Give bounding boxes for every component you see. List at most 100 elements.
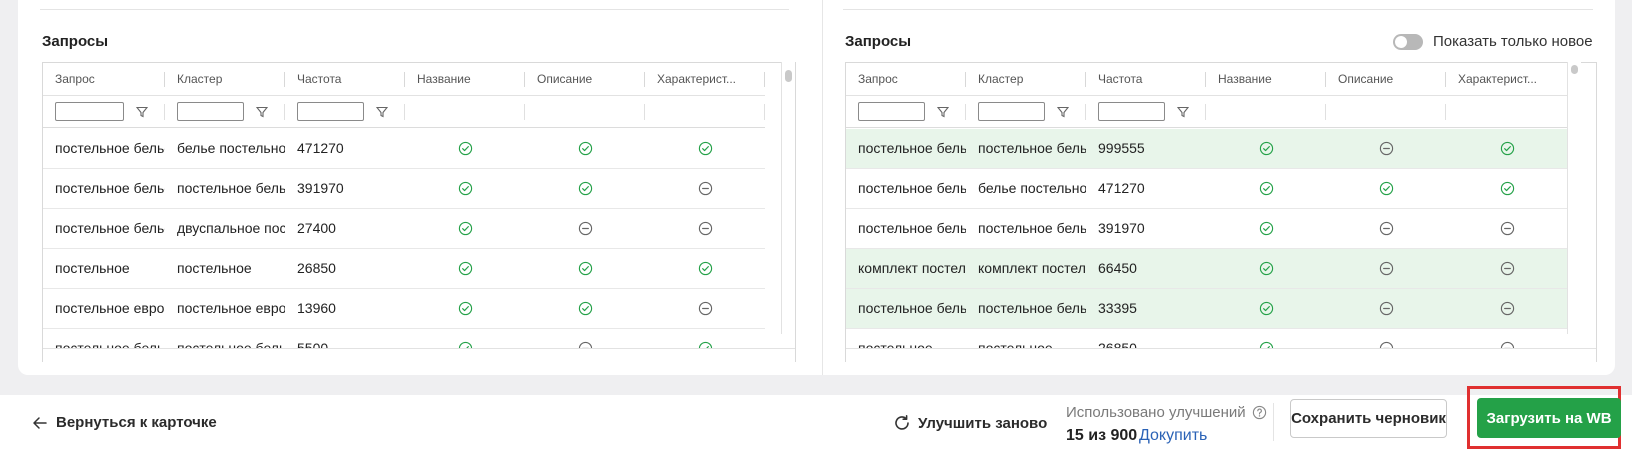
filter-row — [846, 96, 1568, 128]
column-header-description[interactable]: Описание — [525, 63, 645, 95]
column-header-frequency[interactable]: Частота — [1086, 63, 1206, 95]
title-status — [1206, 169, 1326, 208]
cluster-cell: постельное белье — [978, 300, 1086, 316]
filter-input-cluster[interactable] — [177, 102, 244, 121]
scrollbar-thumb[interactable] — [1571, 65, 1578, 74]
horizontal-scrollbar[interactable] — [846, 348, 1596, 362]
vertical-scrollbar[interactable] — [781, 62, 795, 334]
filter-funnel-icon[interactable] — [937, 106, 949, 118]
check-circle-icon — [698, 261, 712, 276]
filter-funnel-icon[interactable] — [376, 106, 388, 118]
cluster-cell: двуспальное пос — [177, 220, 285, 236]
query-cell: постельное — [55, 260, 130, 276]
check-circle-icon — [458, 181, 472, 196]
check-circle-icon — [1379, 181, 1393, 196]
check-circle-icon — [1259, 301, 1273, 316]
characteristics-status — [645, 289, 765, 328]
query-cell: постельное белье — [55, 220, 165, 236]
title-status — [1206, 249, 1326, 288]
footer-divider — [1273, 403, 1274, 441]
table-row[interactable]: постельное евро постельное евро 13960 — [43, 289, 765, 329]
vertical-scrollbar[interactable] — [1567, 62, 1581, 334]
improvements-used-count: 15 из 900 — [1066, 427, 1138, 444]
frequency-cell: 471270 — [297, 140, 344, 156]
toggle-knob — [1395, 36, 1407, 48]
minus-circle-icon — [1379, 261, 1393, 276]
filter-input-query[interactable] — [55, 102, 124, 121]
table-row[interactable]: постельное белье белье постельное 471270 — [846, 169, 1568, 209]
column-header-frequency[interactable]: Частота — [285, 63, 405, 95]
characteristics-status — [1446, 249, 1568, 288]
description-status — [1326, 209, 1446, 248]
column-header-title[interactable]: Название — [405, 63, 525, 95]
check-circle-icon — [578, 301, 592, 316]
cluster-cell: постельное — [177, 260, 252, 276]
title-status — [1206, 129, 1326, 168]
query-cell: постельное белье — [858, 220, 966, 236]
description-status — [1326, 249, 1446, 288]
minus-circle-icon — [698, 181, 712, 196]
back-to-card-link[interactable]: Вернуться к карточке — [32, 414, 217, 431]
filter-input-frequency[interactable] — [297, 102, 364, 121]
table-row[interactable]: постельное белье двуспальное пос 27400 — [43, 209, 765, 249]
check-circle-icon — [1259, 221, 1273, 236]
table-row[interactable]: постельное белье постельное белье 999555 — [846, 129, 1568, 169]
table-row[interactable]: постельное белье постельное белье 391970 — [846, 209, 1568, 249]
check-circle-icon — [1500, 141, 1514, 156]
top-divider-left — [40, 9, 789, 10]
cluster-cell: постельное евро — [177, 300, 285, 316]
horizontal-scrollbar[interactable] — [43, 348, 795, 362]
frequency-cell: 26850 — [297, 260, 336, 276]
description-status — [1326, 129, 1446, 168]
cluster-cell: белье постельное — [177, 140, 285, 156]
column-header-cluster[interactable]: Кластер — [165, 63, 285, 95]
filter-input-cluster[interactable] — [978, 102, 1045, 121]
back-to-card-label: Вернуться к карточке — [56, 414, 217, 431]
improve-again-button[interactable]: Улучшить заново — [893, 414, 1047, 432]
filter-funnel-icon[interactable] — [136, 106, 148, 118]
filter-funnel-icon[interactable] — [256, 106, 268, 118]
column-header-description[interactable]: Описание — [1326, 63, 1446, 95]
column-header-characteristics[interactable]: Характерист... — [1446, 63, 1568, 95]
description-status — [525, 169, 645, 208]
characteristics-status — [645, 249, 765, 288]
frequency-cell: 13960 — [297, 300, 336, 316]
filter-funnel-icon[interactable] — [1177, 106, 1189, 118]
table-body: постельное белье постельное белье 999555 по… — [846, 129, 1568, 361]
check-circle-icon — [578, 141, 592, 156]
check-circle-icon — [578, 261, 592, 276]
table-row[interactable]: комплект постельного комплект постельного… — [846, 249, 1568, 289]
description-status — [525, 209, 645, 248]
buy-more-link[interactable]: Докупить — [1139, 427, 1207, 445]
query-cell: постельное белье — [858, 140, 966, 156]
query-cell: постельное белье — [55, 140, 165, 156]
filter-row — [43, 96, 765, 128]
filter-input-query[interactable] — [858, 102, 925, 121]
minus-circle-icon — [578, 221, 592, 236]
filter-input-frequency[interactable] — [1098, 102, 1165, 121]
characteristics-status — [645, 129, 765, 168]
column-header-title[interactable]: Название — [1206, 63, 1326, 95]
minus-circle-icon — [698, 301, 712, 316]
column-header-query[interactable]: Запрос — [846, 63, 966, 95]
show-new-only-label[interactable]: Показать только новое — [1433, 33, 1593, 50]
frequency-cell: 66450 — [1098, 260, 1137, 276]
help-icon[interactable] — [1252, 405, 1267, 420]
table-row[interactable]: постельное белье постельное белье 391970 — [43, 169, 765, 209]
table-row[interactable]: постельное белье белье постельное 471270 — [43, 129, 765, 169]
description-status — [1326, 289, 1446, 328]
column-header-characteristics[interactable]: Характерист... — [645, 63, 765, 95]
minus-circle-icon — [1500, 261, 1514, 276]
column-header-cluster[interactable]: Кластер — [966, 63, 1086, 95]
show-new-only-toggle[interactable] — [1393, 34, 1423, 50]
table-row[interactable]: постельное постельное 26850 — [43, 249, 765, 289]
upload-to-wb-button[interactable]: Загрузить на WB — [1477, 398, 1621, 438]
save-draft-button[interactable]: Сохранить черновик — [1290, 399, 1447, 438]
table-row[interactable]: постельное белье постельное белье 33395 — [846, 289, 1568, 329]
improvements-used-text: Использовано улучшений — [1066, 404, 1246, 421]
filter-funnel-icon[interactable] — [1057, 106, 1069, 118]
query-cell: комплект постельного — [858, 260, 966, 276]
column-header-query[interactable]: Запрос — [43, 63, 165, 95]
description-status — [1326, 169, 1446, 208]
scrollbar-thumb[interactable] — [785, 70, 792, 82]
